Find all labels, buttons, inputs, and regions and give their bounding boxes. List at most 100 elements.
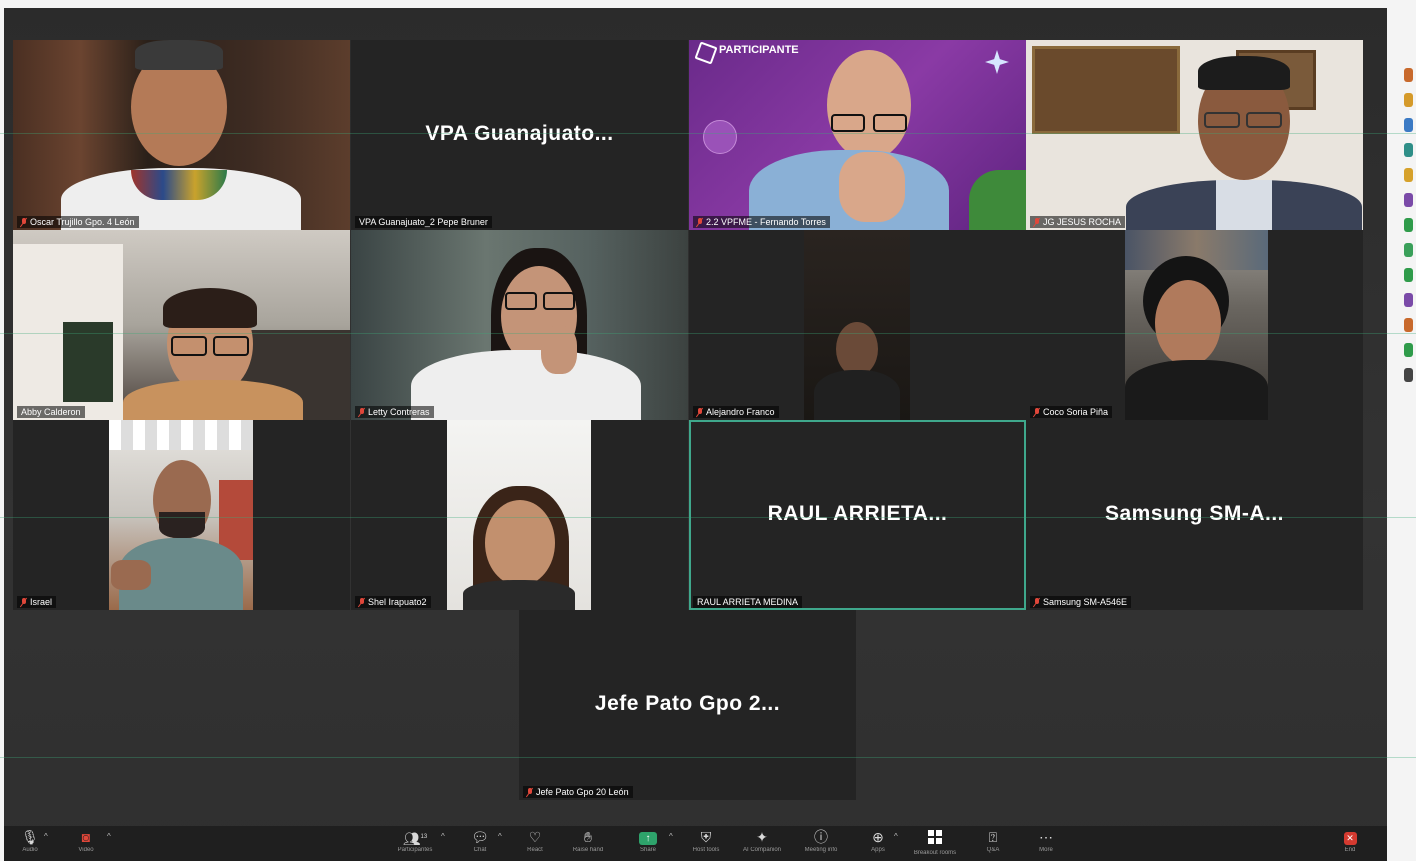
side-avatar-chip	[1404, 293, 1413, 307]
audio-button[interactable]: 🎙︎ Audio	[4, 828, 56, 853]
participant-name-label: Letty Contreras	[355, 406, 434, 418]
participants-button[interactable]: 👥︎13 Participantes	[389, 828, 441, 853]
more-button[interactable]: ⋯ More	[1020, 828, 1072, 853]
participant-name-label: Alejandro Franco	[693, 406, 779, 418]
mic-muted-icon	[21, 597, 27, 607]
video-tile-jesus[interactable]: JG JESUS ROCHA	[1026, 40, 1363, 230]
participant-name-label: JG JESUS ROCHA	[1030, 216, 1126, 228]
side-avatar-chip	[1404, 193, 1413, 207]
side-avatar-chip	[1404, 68, 1413, 82]
mic-muted-icon	[527, 787, 533, 797]
side-avatar-chip	[1404, 268, 1413, 282]
mic-muted-icon	[1034, 407, 1040, 417]
side-avatar-chip	[1404, 368, 1413, 382]
participant-name-label: Coco Soria Piña	[1030, 406, 1113, 418]
mic-muted-icon	[1034, 217, 1040, 227]
participant-name-label: Shel Irapuato2	[355, 596, 431, 608]
participant-video	[804, 230, 910, 420]
participant-video	[13, 40, 350, 230]
more-icon: ⋯	[1039, 829, 1053, 845]
breakout-rooms-button[interactable]: Breakout rooms	[909, 828, 961, 856]
scan-artifact	[0, 133, 1416, 134]
grid-icon	[928, 830, 942, 844]
participant-name-label: VPA Guanajuato_2 Pepe Bruner	[355, 216, 492, 228]
video-tile-raul[interactable]: RAUL ARRIETA... RAUL ARRIETA MEDINA	[689, 420, 1026, 610]
side-avatar-chip	[1404, 168, 1413, 182]
video-tile-abby[interactable]: Abby Calderon	[13, 230, 350, 420]
mic-muted-icon	[359, 597, 365, 607]
participant-display-name: Jefe Pato Gpo 2...	[594, 691, 781, 715]
share-button[interactable]: ↑ Share	[622, 828, 674, 853]
meeting-toolbar: 🎙︎ Audio ^ ◙ Video ^ 👥︎13 Participantes …	[4, 826, 1387, 861]
scan-artifact	[0, 517, 1416, 518]
side-avatar-chip	[1404, 218, 1413, 232]
mic-muted-icon	[359, 407, 365, 417]
side-avatar-chip	[1404, 343, 1413, 357]
participant-video	[351, 230, 688, 420]
scout-logo-icon	[694, 41, 718, 65]
participant-name-label: Jefe Pato Gpo 20 León	[523, 786, 633, 798]
participant-video	[1026, 40, 1363, 230]
side-avatar-strip	[1404, 68, 1416, 393]
apps-options-caret[interactable]: ^	[894, 832, 898, 841]
meeting-info-button[interactable]: ⓘ Meeting info	[795, 828, 847, 853]
end-meeting-button[interactable]: ✕ End	[1324, 828, 1376, 853]
side-avatar-chip	[1404, 318, 1413, 332]
host-tools-button[interactable]: ⛨ Host tools	[680, 828, 732, 853]
microphone-icon: 🎙︎	[21, 829, 39, 845]
video-tile-samsung[interactable]: Samsung SM-A... Samsung SM-A546E	[1026, 420, 1363, 610]
hand-icon: ✋︎	[584, 829, 592, 845]
raise-hand-button[interactable]: ✋︎ Raise hand	[562, 828, 614, 853]
video-tile-shel[interactable]: Shel Irapuato2	[351, 420, 688, 610]
qa-icon: ⍰	[988, 829, 998, 845]
video-tile-fernando[interactable]: PARTICIPANTE 2.2 VPFME - Fernando Torres	[689, 40, 1026, 230]
participant-name-label: Samsung SM-A546E	[1030, 596, 1132, 608]
audio-options-caret[interactable]: ^	[44, 832, 48, 841]
mic-muted-icon	[697, 217, 703, 227]
video-tile-vpa[interactable]: VPA Guanajuato... VPA Guanajuato_2 Pepe …	[351, 40, 688, 230]
participant-video	[1125, 230, 1268, 420]
sparkle-icon: ✦	[756, 829, 768, 845]
video-button[interactable]: ◙ Video	[60, 828, 112, 853]
share-options-caret[interactable]: ^	[669, 832, 673, 841]
zoom-meeting-window: Oscar Trujillo Gpo. 4 León VPA Guanajuat…	[0, 0, 1416, 861]
scan-artifact	[0, 757, 1416, 758]
video-tile-israel[interactable]: Israel	[13, 420, 350, 610]
mic-muted-icon	[21, 217, 27, 227]
participant-name-label: RAUL ARRIETA MEDINA	[693, 596, 803, 608]
participant-video	[109, 420, 253, 610]
video-off-icon: ◙	[81, 829, 91, 845]
participants-icon: 👥︎	[402, 830, 421, 847]
close-icon: ✕	[1343, 832, 1357, 845]
side-avatar-chip	[1404, 243, 1413, 257]
react-button[interactable]: ♡ React	[509, 828, 561, 853]
participant-name-label: 2.2 VPFME - Fernando Torres	[693, 216, 830, 228]
participant-name-label: Oscar Trujillo Gpo. 4 León	[17, 216, 139, 228]
participant-video	[447, 420, 591, 610]
video-tile-letty[interactable]: Letty Contreras	[351, 230, 688, 420]
chat-options-caret[interactable]: ^	[498, 832, 502, 841]
video-tile-oscar[interactable]: Oscar Trujillo Gpo. 4 León	[13, 40, 350, 230]
participant-name-label: Israel	[17, 596, 57, 608]
video-tile-alejandro[interactable]: Alejandro Franco	[689, 230, 1026, 420]
qa-button[interactable]: ⍰ Q&A	[967, 828, 1019, 853]
share-screen-icon: ↑	[639, 832, 657, 845]
ai-companion-button[interactable]: ✦ AI Companion	[736, 828, 788, 853]
participants-options-caret[interactable]: ^	[441, 832, 445, 841]
side-avatar-chip	[1404, 118, 1413, 132]
participant-video	[13, 230, 350, 420]
compass-icon	[985, 50, 1009, 74]
video-tile-jefe[interactable]: Jefe Pato Gpo 2... Jefe Pato Gpo 20 León	[519, 610, 856, 800]
side-avatar-chip	[1404, 143, 1413, 157]
poster-participant-text: PARTICIPANTE	[719, 44, 799, 56]
gallery-view: Oscar Trujillo Gpo. 4 León VPA Guanajuat…	[4, 8, 1387, 861]
participant-name-label: Abby Calderon	[17, 406, 85, 418]
video-options-caret[interactable]: ^	[107, 832, 111, 841]
video-tile-coco[interactable]: Coco Soria Piña	[1026, 230, 1363, 420]
participant-video: PARTICIPANTE	[689, 40, 1026, 230]
scan-artifact	[0, 333, 1416, 334]
participant-count: 13	[420, 834, 428, 840]
shield-icon: ⛨	[700, 829, 712, 845]
mic-muted-icon	[697, 407, 703, 417]
heart-icon: ♡	[528, 829, 542, 845]
